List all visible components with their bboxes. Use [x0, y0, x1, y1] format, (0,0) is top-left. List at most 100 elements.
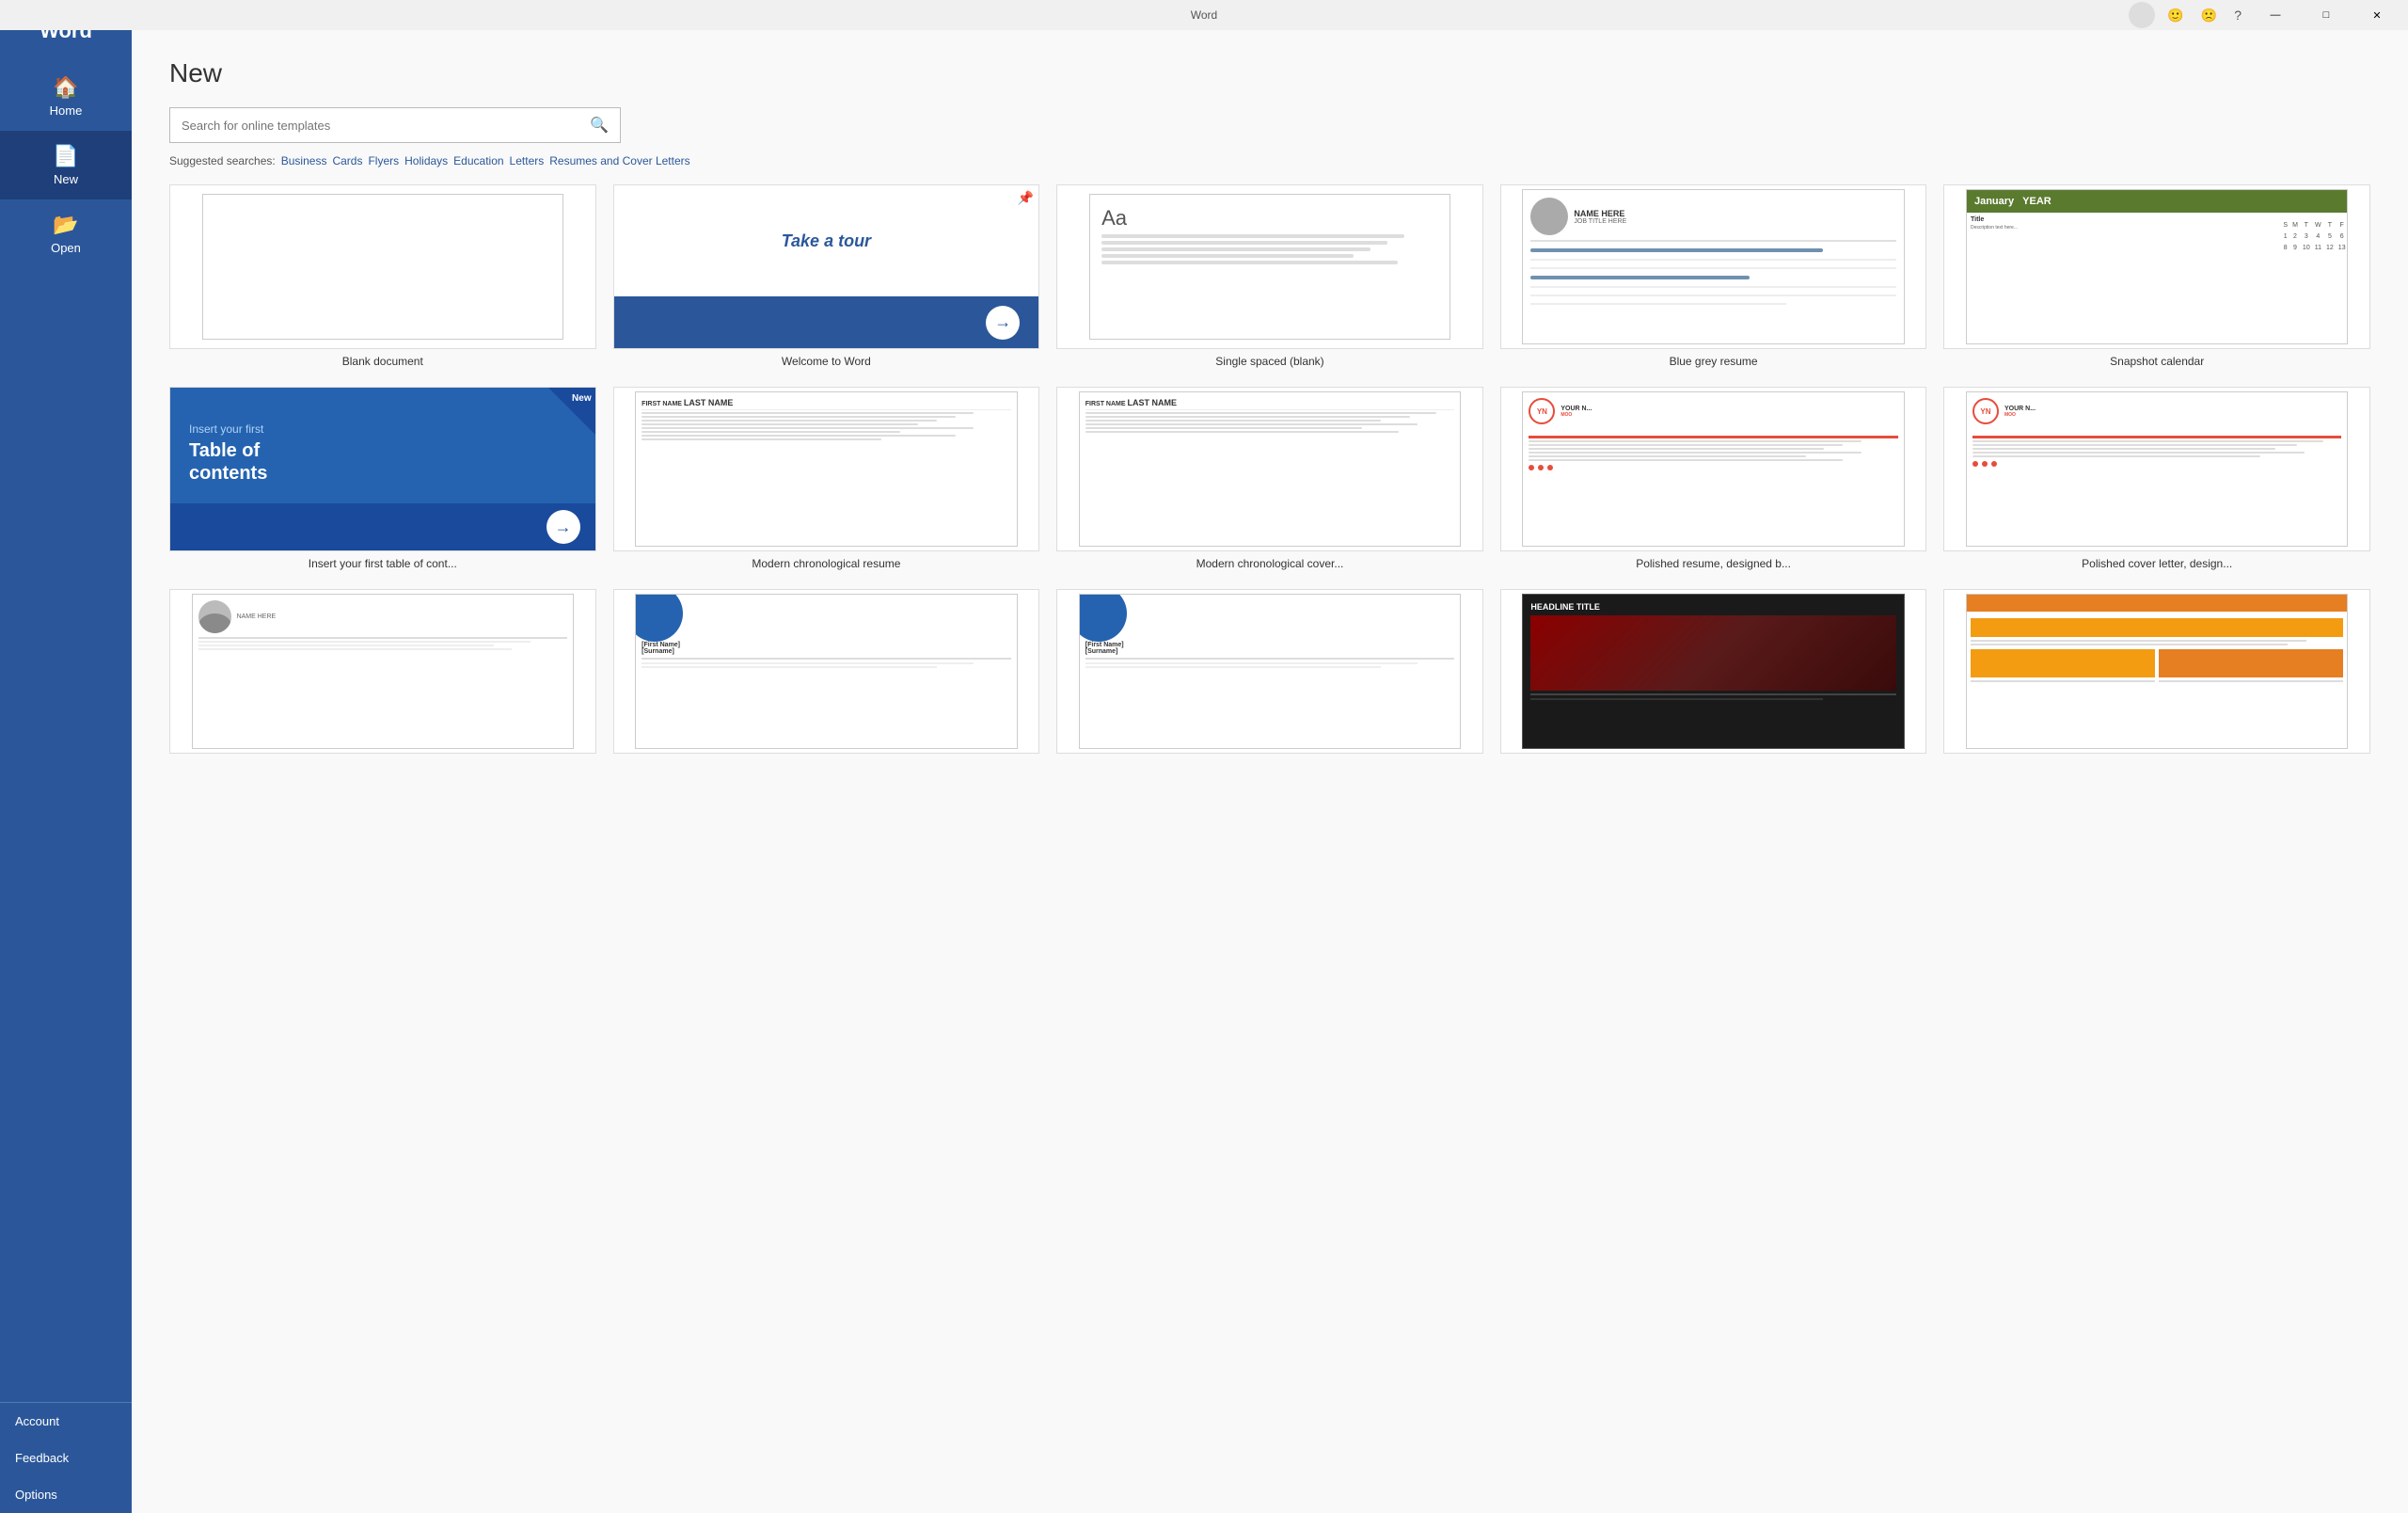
tour-bottom: → [614, 296, 1039, 348]
toc-new-badge: New [572, 393, 592, 404]
search-input[interactable] [170, 111, 578, 140]
suggestion-letters[interactable]: Letters [510, 154, 545, 167]
toc-arrow-icon: → [547, 510, 580, 544]
toc-thumb[interactable]: New Insert your first Table ofcontents → [169, 387, 596, 551]
modern-resume-thumb[interactable]: FIRST NAME LAST NAME [613, 387, 1040, 551]
search-bar[interactable]: 🔍 [169, 107, 621, 143]
polished-cover-bar [1972, 436, 2341, 438]
polished-text5 [1529, 455, 1805, 457]
feedback-item[interactable]: Feedback [0, 1440, 132, 1476]
sidebar-item-home-label: Home [50, 104, 83, 118]
blue-circle-resume2-thumb[interactable]: [First Name][Surname] [1056, 589, 1483, 754]
close-button[interactable]: ✕ [2355, 0, 2399, 30]
blue-resume-thumb[interactable]: NAME HERE JOB TITLE HERE [1500, 184, 1927, 349]
template-grid-row2: New Insert your first Table ofcontents →… [169, 387, 2370, 570]
resume-header: NAME HERE JOB TITLE HERE [1530, 198, 1895, 235]
template-dark-flyer[interactable]: HEADLINE TITLE [1500, 589, 1927, 759]
resume-bar2 [1530, 276, 1750, 279]
orange-body [1967, 612, 2347, 688]
template-tour[interactable]: Take a tour → Welcome to Word 📌 [613, 184, 1040, 368]
dot3 [1547, 465, 1553, 470]
bc-text3 [1085, 662, 1418, 664]
tour-thumb[interactable]: Take a tour → [613, 184, 1040, 349]
sidebar-item-open[interactable]: 📂 Open [0, 199, 132, 268]
orange-newsletter-thumb[interactable] [1943, 589, 2370, 754]
tour-arrow-icon: → [986, 306, 1020, 340]
maximize-button[interactable]: □ [2305, 0, 2348, 30]
sidebar-item-home[interactable]: 🏠 Home [0, 62, 132, 131]
template-portrait-resume[interactable]: NAME HERE [169, 589, 596, 759]
orange-cols [1971, 649, 2343, 684]
orange-col2-img [2159, 649, 2343, 677]
suggestion-business[interactable]: Business [281, 154, 327, 167]
modern-resume-text8 [642, 438, 881, 440]
window-controls: 🙂 🙁 ? — □ ✕ [2129, 0, 2399, 30]
portrait-text3 [198, 648, 513, 650]
template-blank[interactable]: Blank document [169, 184, 596, 368]
polished-cover-thumb[interactable]: YN YOUR N... MOO [1943, 387, 2370, 551]
polished-cover-body [1967, 430, 2347, 470]
template-blue-resume[interactable]: NAME HERE JOB TITLE HERE Blue grey resum… [1500, 184, 1927, 368]
single-thumb[interactable]: Aa [1056, 184, 1483, 349]
search-button[interactable]: 🔍 [578, 108, 620, 142]
dark-flyer-thumb[interactable]: HEADLINE TITLE [1500, 589, 1927, 754]
frown-icon[interactable]: 🙁 [2196, 6, 2222, 25]
page-title: New [169, 58, 2370, 88]
resume-text2 [1530, 267, 1895, 269]
options-item[interactable]: Options [0, 1476, 132, 1513]
template-polished-cover[interactable]: YN YOUR N... MOO [1943, 387, 2370, 570]
template-modern-resume[interactable]: FIRST NAME LAST NAME Modern chronologica… [613, 387, 1040, 570]
template-blue-circle-resume1[interactable]: [First Name][Surname] [613, 589, 1040, 759]
cal-title: Title [1971, 216, 2273, 223]
cal-s: S [2281, 220, 2289, 231]
template-orange-newsletter[interactable] [1943, 589, 2370, 759]
polished-resume-thumb[interactable]: YN YOUR N... MOO [1500, 387, 1927, 551]
suggestion-flyers[interactable]: Flyers [368, 154, 399, 167]
blank-thumb[interactable] [169, 184, 596, 349]
user-avatar[interactable] [2129, 2, 2155, 28]
modern-cover-text3 [1085, 420, 1381, 422]
orange-text1 [1971, 640, 2306, 642]
template-calendar[interactable]: January YEAR Title Description text here… [1943, 184, 2370, 368]
sidebar-item-open-label: Open [51, 241, 81, 255]
modern-cover-thumb[interactable]: FIRST NAME LAST NAME [1056, 387, 1483, 551]
cal-w: W [2313, 220, 2323, 231]
help-icon[interactable]: ? [2229, 6, 2246, 24]
template-grid-row1: Blank document Take a tour → Welcome to … [169, 184, 2370, 368]
blue-circle-resume1-thumb[interactable]: [First Name][Surname] [613, 589, 1040, 754]
calendar-grid-area: S M T W T F S 1 2 3 4 5 [2277, 216, 2343, 257]
toc-big-text: Table ofcontents [189, 439, 577, 485]
account-item[interactable]: Account [0, 1403, 132, 1440]
template-toc[interactable]: New Insert your first Table ofcontents →… [169, 387, 596, 570]
orange-text2 [1971, 644, 2288, 645]
bc-line2 [1085, 658, 1454, 660]
modern-cover-text4 [1085, 423, 1418, 425]
template-grid-row3: NAME HERE [First Name][Surname] [169, 589, 2370, 759]
bc-content2: [First Name][Surname] [1080, 595, 1460, 676]
orange-col1-img [1971, 649, 2155, 677]
minimize-button[interactable]: — [2254, 0, 2297, 30]
template-polished-resume[interactable]: YN YOUR N... MOO [1500, 387, 1927, 570]
orange-newsletter-preview [1966, 594, 2348, 748]
cal-desc: Description text here... [1971, 225, 2273, 231]
suggestion-cards[interactable]: Cards [332, 154, 362, 167]
smiley-icon[interactable]: 🙂 [2162, 6, 2188, 25]
modern-cover-text5 [1085, 427, 1362, 429]
polished-header: YN YOUR N... MOO [1523, 392, 1903, 430]
tour-doc-preview: Take a tour → [614, 185, 1039, 348]
template-blue-circle-resume2[interactable]: [First Name][Surname] [1056, 589, 1483, 759]
orange-col2 [2159, 649, 2343, 684]
calendar-thumb[interactable]: January YEAR Title Description text here… [1943, 184, 2370, 349]
suggestion-education[interactable]: Education [453, 154, 503, 167]
sidebar-item-new[interactable]: 📄 New [0, 131, 132, 199]
resume-text1 [1530, 259, 1895, 261]
pin-icon[interactable]: 📌 [1018, 190, 1034, 206]
template-modern-cover[interactable]: FIRST NAME LAST NAME Modern chronologica… [1056, 387, 1483, 570]
calendar-label: Snapshot calendar [1943, 355, 2370, 368]
portrait-resume-thumb[interactable]: NAME HERE [169, 589, 596, 754]
suggestion-resumes[interactable]: Resumes and Cover Letters [549, 154, 689, 167]
bc-content1: [First Name][Surname] [636, 595, 1016, 676]
suggestion-holidays[interactable]: Holidays [404, 154, 448, 167]
cal-2: 2 [2290, 231, 2300, 242]
template-single[interactable]: Aa Single spaced (blank) [1056, 184, 1483, 368]
